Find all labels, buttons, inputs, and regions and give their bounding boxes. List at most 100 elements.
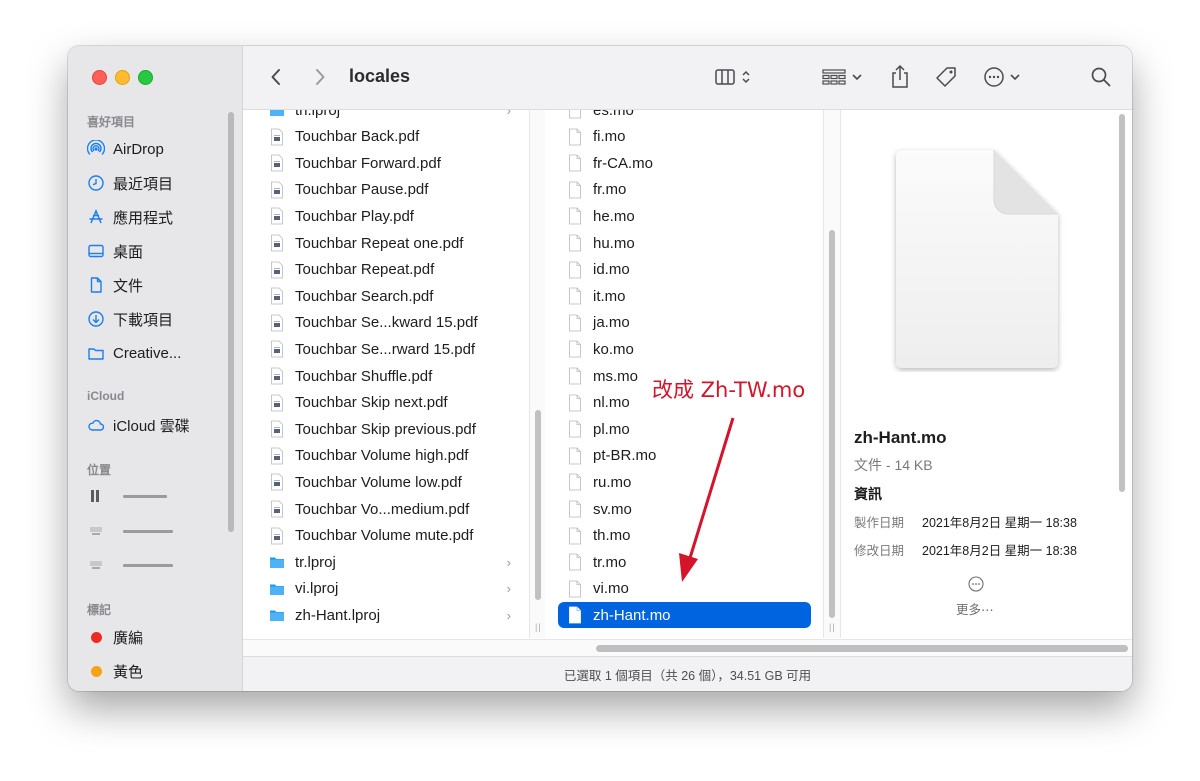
desktop-icon [87,242,105,260]
minimize-button[interactable] [115,70,130,85]
sidebar-item-tag-yellow[interactable]: 黃色 [87,658,237,684]
download-icon [87,310,105,328]
tag-color-dot [91,665,102,677]
file-row[interactable]: vi.mo [545,576,823,602]
file-row[interactable]: Touchbar Play.pdf [243,203,529,229]
sidebar-scrollbar[interactable] [228,112,234,532]
computer-icon [87,522,105,540]
file-row[interactable]: Touchbar Volume high.pdf [243,443,529,469]
forward-button[interactable] [311,64,329,90]
file-row[interactable]: pt-BR.mo [545,443,823,469]
annotation-text: 改成 Zh-TW.mo [652,378,806,402]
file-row[interactable]: fi.mo [545,124,823,150]
file-row[interactable]: Touchbar Volume low.pdf [243,469,529,495]
more-actions-button[interactable] [983,64,1027,90]
file-row[interactable]: pl.mo [545,416,823,442]
column-resize-handle[interactable]: || [829,622,836,632]
cloud-icon [87,416,105,434]
file-row[interactable]: he.mo [545,203,823,229]
file-row[interactable]: Touchbar Se...rward 15.pdf [243,336,529,362]
sidebar-item-tag-red[interactable]: 廣編 [87,624,237,650]
folder-row[interactable]: vi.lproj › [243,576,529,602]
more-icon [984,67,1020,87]
file-row[interactable]: Touchbar Se...kward 15.pdf [243,310,529,336]
pdf-file-icon [271,234,283,252]
file-row[interactable]: id.mo [545,257,823,283]
file-row[interactable]: th.mo [545,523,823,549]
blurred-name [123,529,173,533]
sidebar-item-location-3[interactable] [87,552,237,578]
file-row[interactable]: ru.mo [545,469,823,495]
pdf-file-icon [271,527,283,544]
horizontal-scroll-thumb[interactable] [596,645,1128,652]
sidebar-item-documents[interactable]: 文件 [87,272,237,298]
sidebar-item-location-1[interactable] [87,483,237,509]
column-resize-handle[interactable]: || [535,622,542,632]
clock-icon [87,174,105,192]
file-icon [569,287,581,305]
close-button[interactable] [92,70,107,85]
file-row[interactable]: Touchbar Forward.pdf [243,150,529,176]
file-row[interactable]: Touchbar Vo...medium.pdf [243,496,529,522]
file-name: Touchbar Vo...medium.pdf [295,500,470,518]
file-row[interactable]: Touchbar Repeat one.pdf [243,230,529,256]
file-row[interactable]: tr.mo [545,549,823,575]
file-row[interactable]: Touchbar Back.pdf [243,124,529,150]
created-value: 2021年8月2日 星期一 18:38 [922,516,1077,530]
tag-button[interactable] [933,64,959,90]
view-mode-button[interactable] [713,64,757,90]
sidebar-item-airdrop[interactable]: AirDrop [87,136,237,162]
file-row[interactable]: Touchbar Skip next.pdf [243,390,529,416]
file-row[interactable]: fr-CA.mo [545,150,823,176]
file-row[interactable]: ko.mo [545,336,823,362]
column-scrollbar[interactable] [829,230,835,618]
folder-row[interactable]: tr.lproj › [243,549,529,575]
file-row[interactable]: it.mo [545,283,823,309]
share-button[interactable] [888,64,912,90]
file-row[interactable]: ja.mo [545,310,823,336]
pdf-file-icon [271,447,283,465]
sidebar-item-desktop[interactable]: 桌面 [87,238,237,264]
file-row[interactable]: Touchbar Volume mute.pdf [243,523,529,549]
horizontal-scrollbar[interactable] [243,639,1132,656]
folder-row[interactable]: th.lproj › [243,110,529,123]
file-row[interactable]: es.mo [545,110,823,123]
file-row[interactable]: hu.mo [545,230,823,256]
zoom-button[interactable] [138,70,153,85]
file-row[interactable]: Touchbar Pause.pdf [243,177,529,203]
file-row[interactable]: Touchbar Shuffle.pdf [243,363,529,389]
sidebar-item-location-2[interactable] [87,518,237,544]
document-preview-icon [896,150,1058,368]
sidebar-item-label: 最近項目 [113,175,174,193]
file-row[interactable]: zh-Hant.mo [558,602,811,629]
sidebar-item-icloud-drive[interactable]: iCloud 雲碟 [87,412,237,438]
preview-scrollbar[interactable] [1119,114,1125,492]
search-button[interactable] [1089,64,1113,90]
disclosure-chevron-icon: › [506,607,511,623]
column-scrollbar[interactable] [535,410,541,600]
file-icon [569,314,581,332]
sidebar-item-downloads[interactable]: 下載項目 [87,306,237,332]
file-row[interactable]: Touchbar Search.pdf [243,283,529,309]
back-button[interactable] [267,64,285,90]
group-button[interactable] [821,64,865,90]
file-icon [569,234,581,252]
sidebar-item-applications[interactable]: 應用程式 [87,204,237,230]
file-row[interactable]: fr.mo [545,177,823,203]
file-row[interactable]: Touchbar Repeat.pdf [243,257,529,283]
sidebar-item-recents[interactable]: 最近項目 [87,170,237,196]
column-view-icon [715,69,750,85]
more-icon[interactable] [968,576,984,592]
more-button[interactable]: 更多⋯ [956,599,994,618]
column-divider[interactable]: || [823,110,841,638]
pdf-file-icon [271,261,283,278]
pdf-file-icon [271,420,283,438]
file-row[interactable]: Touchbar Skip previous.pdf [243,416,529,442]
file-name: ja.mo [593,314,630,332]
forward-chevron-icon [316,69,325,85]
file-name: ms.mo [593,367,638,385]
file-row[interactable]: sv.mo [545,496,823,522]
folder-row[interactable]: zh-Hant.lproj › [243,602,529,628]
file-name: tr.lproj [295,553,336,571]
sidebar-item-creative[interactable]: Creative... [87,340,237,366]
